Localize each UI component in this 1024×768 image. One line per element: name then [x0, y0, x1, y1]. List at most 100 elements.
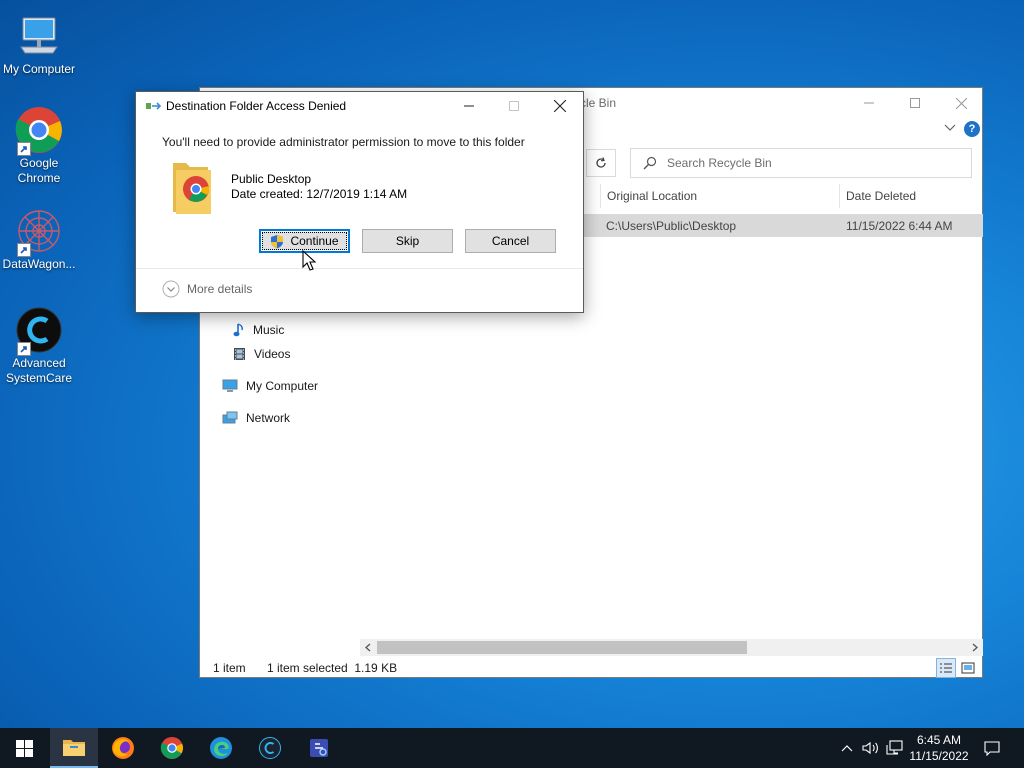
desktop-icon-datawagon[interactable]: DataWagon... [0, 205, 78, 272]
search-input[interactable] [667, 156, 947, 170]
videos-icon [234, 348, 245, 360]
taskbar-advanced-systemcare[interactable] [246, 728, 294, 768]
volume-button[interactable] [860, 728, 882, 768]
computer-icon [222, 379, 238, 392]
nav-item-my-computer[interactable]: My Computer [222, 379, 318, 393]
nav-item-videos[interactable]: Videos [233, 347, 290, 361]
scrollbar-thumb[interactable] [377, 641, 747, 654]
folder-icon [173, 163, 211, 214]
nav-label: Videos [254, 347, 291, 361]
show-hidden-icons-button[interactable] [838, 728, 856, 768]
file-move-icon [146, 102, 162, 110]
status-bar: 1 item 1 item selected 1.19 KB [200, 658, 982, 678]
app-icon [310, 739, 328, 757]
taskbar-chrome[interactable] [148, 728, 196, 768]
nav-label: Music [253, 323, 285, 337]
computer-icon [13, 10, 65, 62]
systemcare-icon [259, 737, 281, 759]
chevron-down-circle-icon [162, 280, 180, 298]
folder-date: Date created: 12/7/2019 1:14 AM [231, 187, 408, 201]
chrome-icon [13, 104, 65, 156]
taskbar: 6:45 AM 11/15/2022 [0, 728, 1024, 768]
cell-date-deleted: 11/15/2022 6:44 AM [846, 219, 953, 233]
speaker-icon [862, 741, 878, 755]
nav-item-network[interactable]: Network [222, 411, 290, 425]
refresh-icon [596, 157, 606, 168]
chevron-down-icon [944, 124, 956, 131]
large-icons-view-button[interactable] [958, 658, 978, 678]
shortcut-arrow-icon [17, 243, 31, 257]
cell-original-location: C:\Users\Public\Desktop [606, 219, 737, 233]
ribbon-expand-button[interactable] [944, 121, 956, 135]
uac-shield-icon [271, 234, 284, 248]
close-button[interactable] [938, 88, 984, 118]
taskbar-file-explorer[interactable] [50, 728, 98, 768]
start-button[interactable] [0, 728, 48, 768]
dialog-separator [136, 268, 583, 269]
file-explorer-icon [63, 740, 85, 756]
access-denied-dialog[interactable]: Destination Folder Access Denied You'll … [135, 91, 584, 313]
datawagon-icon [13, 205, 65, 257]
dialog-close-button[interactable] [537, 92, 583, 120]
search-box[interactable] [630, 148, 972, 178]
music-icon [233, 323, 243, 337]
dialog-minimize-button[interactable] [446, 92, 492, 120]
network-icon [222, 411, 238, 424]
table-row[interactable]: C:\Users\Public\Desktop 11/15/2022 6:44 … [580, 214, 983, 237]
maximize-icon [910, 98, 920, 108]
large-icons-view-icon [961, 662, 975, 674]
close-icon [554, 100, 566, 112]
column-header-original-location[interactable]: Original Location [600, 184, 840, 208]
firefox-icon [112, 737, 134, 759]
chrome-icon [160, 736, 184, 760]
horizontal-scrollbar[interactable] [360, 639, 983, 656]
status-selection: 1 item selected 1.19 KB [267, 661, 398, 675]
clock-time: 6:45 AM [916, 733, 962, 747]
nav-label: Network [246, 411, 291, 425]
column-header-date-deleted[interactable]: Date Deleted [839, 184, 983, 208]
skip-button[interactable]: Skip [362, 229, 453, 253]
desktop-icon-advanced-systemcare[interactable]: Advanced SystemCare [0, 304, 78, 386]
status-item-count: 1 item [213, 661, 246, 675]
shortcut-arrow-icon [17, 142, 31, 156]
help-icon[interactable]: ? [964, 121, 980, 137]
action-center-button[interactable] [980, 728, 1004, 768]
maximize-button[interactable] [892, 88, 938, 118]
more-details-toggle[interactable]: More details [162, 280, 252, 298]
minimize-icon [864, 102, 874, 104]
close-icon [955, 97, 967, 109]
dialog-message: You'll need to provide administrator per… [162, 135, 525, 149]
nav-label: My Computer [246, 379, 319, 393]
details-view-icon [940, 663, 952, 673]
chevron-up-icon [841, 745, 853, 752]
taskbar-clock[interactable]: 6:45 AM 11/15/2022 [900, 732, 978, 764]
dialog-maximize-button [491, 92, 537, 120]
maximize-icon [509, 101, 519, 111]
systemcare-icon [13, 304, 65, 356]
shortcut-arrow-icon [17, 342, 31, 356]
taskbar-firefox[interactable] [99, 728, 147, 768]
refresh-button[interactable] [586, 149, 616, 177]
clock-date: 11/15/2022 [909, 749, 969, 763]
desktop-icon-google-chrome[interactable]: Google Chrome [0, 104, 78, 186]
minimize-button[interactable] [846, 88, 892, 118]
desktop-icon-label: My Computer [2, 62, 76, 76]
desktop-icon-label: DataWagon... [2, 257, 76, 271]
windows-logo-icon [15, 739, 33, 757]
edge-icon [210, 737, 232, 759]
details-view-button[interactable] [936, 658, 956, 678]
more-details-label: More details [187, 282, 253, 296]
nav-item-music[interactable]: Music [233, 323, 284, 337]
scroll-left-icon[interactable] [364, 643, 372, 652]
taskbar-app[interactable] [295, 728, 343, 768]
scroll-right-icon[interactable] [971, 643, 979, 652]
minimize-icon [464, 105, 474, 107]
dialog-title: Destination Folder Access Denied [166, 99, 347, 113]
cancel-button[interactable]: Cancel [465, 229, 556, 253]
folder-name: Public Desktop [231, 172, 312, 186]
desktop-icon-label: Advanced SystemCare [6, 356, 73, 385]
notification-icon [984, 740, 1000, 756]
explorer-title: cle Bin [580, 96, 617, 110]
taskbar-edge[interactable] [197, 728, 245, 768]
desktop-icon-my-computer[interactable]: My Computer [0, 10, 78, 77]
